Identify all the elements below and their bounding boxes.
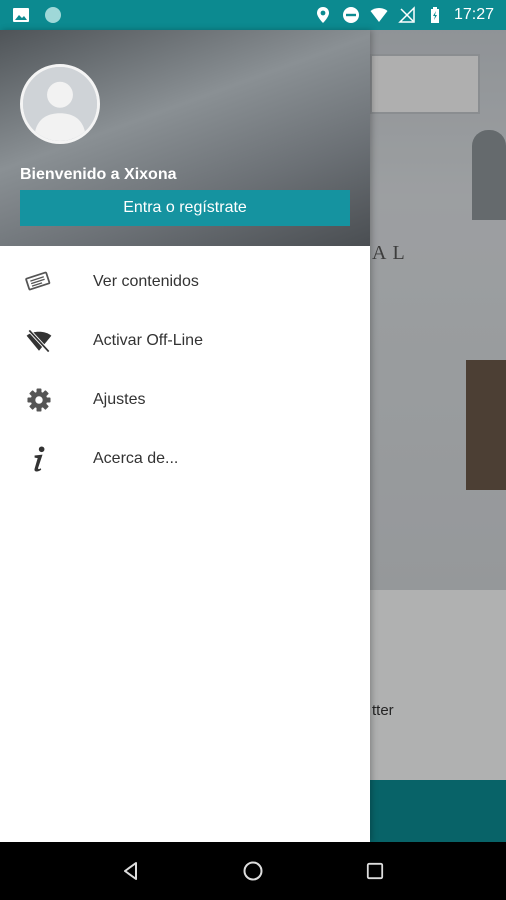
drawer-header: Bienvenido a Xixona Entra o regístrate xyxy=(0,30,370,246)
menu-item-activar-offline[interactable]: Activar Off-Line xyxy=(0,311,370,370)
wifi-off-icon xyxy=(22,324,56,358)
recents-icon[interactable] xyxy=(355,851,395,891)
menu-item-label: Ajustes xyxy=(93,390,146,408)
menu-item-ajustes[interactable]: Ajustes xyxy=(0,370,370,429)
no-signal-icon xyxy=(398,6,416,24)
avatar[interactable] xyxy=(20,64,100,144)
gear-icon xyxy=(22,383,56,417)
wifi-icon xyxy=(370,6,388,24)
image-icon xyxy=(12,6,30,24)
dnd-icon xyxy=(342,6,360,24)
menu-item-ver-contenidos[interactable]: Ver contenidos xyxy=(0,252,370,311)
user-placeholder-icon xyxy=(23,67,97,141)
navigation-drawer: Bienvenido a Xixona Entra o regístrate V… xyxy=(0,30,370,842)
contents-icon xyxy=(22,265,56,299)
drawer-menu: Ver contenidos Activar Off-Line Ajustes … xyxy=(0,246,370,488)
menu-item-label: Acerca de... xyxy=(93,449,179,467)
system-nav-bar xyxy=(0,842,506,900)
battery-icon xyxy=(426,6,444,24)
home-icon[interactable] xyxy=(233,851,273,891)
menu-item-label: Ver contenidos xyxy=(93,272,199,290)
welcome-text: Bienvenido a Xixona xyxy=(20,166,177,183)
status-time: 17:27 xyxy=(453,6,494,23)
login-register-button[interactable]: Entra o regístrate xyxy=(20,190,350,226)
menu-item-acerca-de[interactable]: Acerca de... xyxy=(0,429,370,488)
menu-item-label: Activar Off-Line xyxy=(93,331,203,349)
status-bar: 17:27 xyxy=(0,0,506,30)
circle-app-icon xyxy=(44,6,62,24)
drawer-scrim[interactable] xyxy=(370,30,506,842)
info-icon xyxy=(22,442,56,476)
location-icon xyxy=(314,6,332,24)
back-icon[interactable] xyxy=(111,851,151,891)
